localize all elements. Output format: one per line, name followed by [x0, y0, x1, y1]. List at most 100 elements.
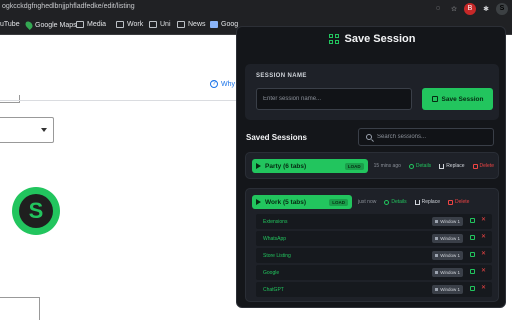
save-session-popup: Save Session SESSION NAME Save Session S…: [236, 26, 506, 308]
bookmark-label: Media: [87, 21, 107, 28]
open-tab-icon[interactable]: [470, 252, 475, 257]
session-name: Work (5 tabs): [265, 198, 307, 206]
address-bar[interactable]: ogkcckdgfnghedlbnjjphfladfedke/edit/list…: [0, 0, 512, 17]
remove-tab-icon[interactable]: ✕: [481, 216, 486, 223]
open-tab-icon[interactable]: [470, 269, 475, 274]
window-badge: Window 1: [432, 268, 463, 277]
load-badge: LOAD: [329, 198, 348, 206]
session-tab-list: Extensions Window 1 ✕ WhatsApp Window 1 …: [256, 214, 492, 299]
tab-row: Store Listing Window 1 ✕: [256, 248, 492, 263]
bookmark-label: uTube: [0, 21, 20, 28]
remove-tab-icon[interactable]: ✕: [481, 250, 486, 257]
download-icon: [414, 199, 420, 205]
session-row: Work (5 tabs) LOAD just now Details Repl…: [252, 194, 494, 210]
search-icon: [366, 134, 372, 140]
replace-button[interactable]: Replace: [439, 163, 465, 169]
folder-icon: [177, 21, 185, 28]
popup-header: Save Session: [237, 27, 505, 51]
info-icon: [384, 199, 390, 205]
window-icon: [435, 254, 439, 257]
trash-icon: [448, 199, 453, 205]
remove-tab-icon[interactable]: ✕: [481, 284, 486, 291]
open-tab-icon[interactable]: [470, 218, 475, 223]
bookmark-label: Google Maps: [35, 21, 77, 29]
bookmark-youtube[interactable]: uTube: [0, 21, 20, 28]
save-session-button[interactable]: Save Session: [422, 88, 493, 110]
session-time: just now: [358, 199, 377, 205]
window-label: Window 1: [440, 236, 460, 241]
folder-icon: [116, 21, 124, 28]
open-tab-icon[interactable]: [470, 286, 475, 291]
info-icon: [408, 163, 414, 169]
grid-icon: [328, 34, 339, 44]
save-icon: [431, 96, 438, 102]
puzzle-icon[interactable]: ✱: [480, 3, 492, 15]
session-time: 15 mins ago: [373, 163, 401, 169]
tab-row: WhatsApp Window 1 ✕: [256, 231, 492, 246]
delete-button[interactable]: Delete: [448, 199, 469, 205]
open-tab-icon[interactable]: [470, 235, 475, 240]
replace-label: Replace: [446, 163, 465, 169]
play-icon: [256, 199, 261, 205]
tab-title: WhatsApp: [263, 235, 287, 242]
saved-sessions-title: Saved Sessions: [246, 133, 307, 142]
search-input[interactable]: [377, 134, 487, 140]
window-label: Window 1: [440, 270, 460, 275]
session-name-label: SESSION NAME: [256, 73, 307, 79]
details-label: Details: [415, 163, 432, 169]
window-icon: [435, 288, 439, 291]
eye-off-icon[interactable]: ◌: [432, 3, 444, 15]
window-label: Window 1: [440, 219, 460, 224]
bookmark-google-maps[interactable]: Google Maps: [24, 20, 77, 30]
delete-label: Delete: [455, 199, 470, 205]
maps-icon: [24, 20, 34, 30]
chevron-down-icon: [41, 128, 47, 132]
replace-button[interactable]: Replace: [414, 199, 440, 205]
bookmark-media[interactable]: Media: [76, 21, 106, 28]
window-icon: [435, 237, 439, 240]
window-badge: Window 1: [432, 251, 463, 260]
tab-row: Google Window 1 ✕: [256, 265, 492, 280]
folder-icon: [76, 21, 84, 28]
session-name-input[interactable]: [256, 88, 412, 110]
remove-tab-icon[interactable]: ✕: [481, 267, 486, 274]
tab-title: Extensions: [263, 218, 288, 225]
search-sessions[interactable]: [358, 128, 494, 146]
popup-title: Save Session: [344, 33, 416, 45]
bookmark-news[interactable]: News: [177, 21, 206, 28]
window-icon: [435, 271, 439, 274]
bookmark-work[interactable]: Work: [116, 21, 143, 28]
load-badge: LOAD: [344, 162, 364, 170]
url-text[interactable]: ogkcckdgfnghedlbnjjphfladfedke/edit/list…: [2, 3, 135, 10]
red-extension-icon[interactable]: B: [464, 2, 476, 15]
details-button[interactable]: Details: [384, 199, 407, 205]
page-field[interactable]: [0, 95, 20, 103]
session-load-button[interactable]: Party (6 tabs) LOAD: [252, 159, 368, 173]
folder-icon: [210, 21, 218, 28]
window-label: Window 1: [440, 253, 460, 258]
bookmark-label: News: [188, 21, 206, 28]
why-label: Why: [221, 80, 235, 88]
star-icon[interactable]: ☆: [448, 3, 460, 15]
download-icon: [439, 163, 445, 169]
page-field[interactable]: [0, 297, 40, 320]
divider: [0, 100, 240, 101]
session-extension-icon[interactable]: S: [496, 2, 508, 15]
save-session-card: SESSION NAME Save Session: [245, 64, 499, 120]
page-select[interactable]: [0, 117, 54, 143]
play-icon: [256, 163, 261, 169]
session-load-button[interactable]: Work (5 tabs) LOAD: [252, 195, 352, 209]
details-button[interactable]: Details: [408, 163, 432, 169]
delete-button[interactable]: Delete: [472, 163, 494, 169]
tab-row: ChatGPT Window 1 ✕: [256, 282, 492, 297]
session-name: Party (6 tabs): [265, 162, 307, 170]
bookmark-goog[interactable]: Goog: [210, 21, 238, 28]
replace-label: Replace: [421, 199, 440, 205]
help-icon: ?: [210, 80, 218, 88]
why-link[interactable]: ? Why: [210, 80, 235, 88]
bookmark-label: Work: [127, 21, 144, 28]
window-icon: [435, 220, 439, 223]
bookmark-uni[interactable]: Uni: [149, 21, 171, 28]
remove-tab-icon[interactable]: ✕: [481, 233, 486, 240]
extension-logo: S: [12, 187, 60, 235]
